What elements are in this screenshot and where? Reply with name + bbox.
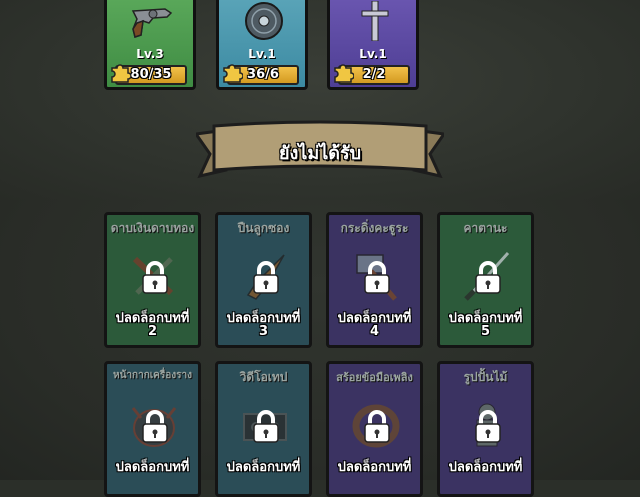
locked-card[interactable]: คาตานะ ปลดล็อกบทที่ 5 [437, 212, 534, 348]
owned-card-disc[interactable]: Lv.1 36/6 [216, 0, 308, 90]
unlock-chapter: 3 [258, 324, 269, 339]
locked-card[interactable]: ดาบเงินดาบทอง ปลดล็อกบทที่ 2 [104, 212, 201, 348]
owned-card-level: Lv.3 [136, 47, 164, 61]
lock-icon [475, 410, 501, 443]
section-title: ยังไม่ได้รับ [278, 143, 362, 164]
locked-card[interactable]: รูปปั้นไม้ ปลดล็อกบทที่ [437, 361, 534, 497]
unlock-chapter: 2 [147, 324, 158, 339]
unlock-label: ปลดล็อกบทที่ [226, 460, 301, 475]
lock-icon [253, 410, 279, 443]
item-name: ดาบเงินดาบทอง [110, 221, 195, 235]
locked-card[interactable]: กระดิ่งคะฐูระ ปลดล็อกบทที่ 4 [326, 212, 423, 348]
unlock-chapter: 4 [369, 324, 380, 339]
puzzle-piece-icon [223, 64, 243, 83]
item-name: หน้ากากเครื่องราง [112, 370, 192, 381]
owned-card-cross[interactable]: Lv.1 2/2 [327, 0, 419, 90]
item-name: คาตานะ [463, 221, 508, 235]
lock-icon [142, 410, 168, 443]
unlock-label: ปลดล็อกบทที่ [337, 460, 412, 475]
locked-section-background [0, 200, 640, 480]
locked-card[interactable]: ปืนลูกซอง ปลดล็อกบทที่ 3 [215, 212, 312, 348]
puzzle-piece-icon [111, 64, 131, 83]
vinyl-disc-icon [245, 2, 283, 40]
lock-icon [364, 261, 390, 294]
lock-icon [253, 261, 279, 294]
item-name: วิดีโอเทป [239, 370, 288, 384]
lock-icon [142, 261, 168, 294]
unlock-chapter: 5 [480, 324, 491, 339]
owned-card-level: Lv.1 [359, 47, 387, 61]
unlock-label: ปลดล็อกบทที่ [115, 460, 190, 475]
item-name: ปืนลูกซอง [237, 221, 290, 235]
lock-icon [475, 261, 501, 294]
cross-icon [361, 1, 389, 41]
item-name: รูปปั้นไม้ [463, 370, 508, 384]
item-name: สร้อยข้อมือเพลิง [336, 371, 413, 384]
locked-card[interactable]: หน้ากากเครื่องราง ปลดล็อกบทที่ [104, 361, 201, 497]
lock-icon [364, 410, 390, 443]
owned-card-level: Lv.1 [248, 47, 276, 61]
owned-card-revolver[interactable]: Lv.3 80/35 [104, 0, 196, 90]
unlock-label: ปลดล็อกบทที่ [448, 460, 523, 475]
locked-card[interactable]: วิดีโอเทป ปลดล็อกบทที่ [215, 361, 312, 497]
revolver-icon [131, 8, 173, 38]
puzzle-piece-icon [334, 64, 354, 83]
locked-card[interactable]: สร้อยข้อมือเพลิง ปลดล็อกบทที่ [326, 361, 423, 497]
item-name: กระดิ่งคะฐูระ [340, 221, 409, 235]
